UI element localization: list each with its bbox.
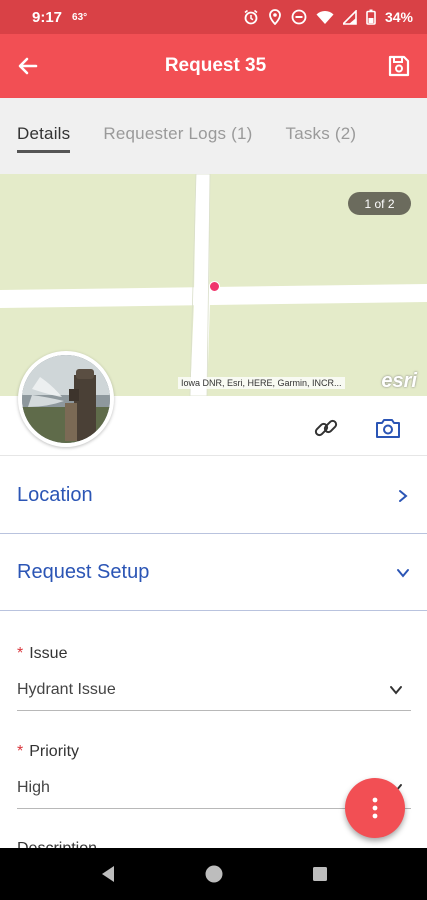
issue-select[interactable]: Hydrant Issue (17, 681, 411, 711)
request-setup-section-header[interactable]: Request Setup (0, 535, 427, 611)
status-icons: 34% (243, 9, 413, 25)
status-temperature: 63° (72, 11, 88, 23)
esri-logo: esri (381, 370, 417, 392)
nav-recents-icon[interactable] (312, 866, 328, 882)
battery-icon (366, 9, 376, 25)
map-attribution[interactable]: Iowa DNR, Esri, HERE, Garmin, INCR... (178, 377, 345, 389)
camera-icon (376, 419, 400, 438)
hydrant-photo (22, 355, 110, 443)
status-time: 9:17 (32, 8, 63, 26)
link-button[interactable] (310, 412, 342, 444)
tab-details[interactable]: Details (17, 124, 71, 153)
app-bar: Request 35 (0, 34, 427, 98)
battery-percent: 34% (384, 9, 413, 25)
location-pin-icon (269, 9, 281, 25)
back-button[interactable] (0, 34, 56, 98)
required-mark: * (17, 743, 24, 760)
more-actions-button[interactable] (345, 778, 405, 838)
request-photo-thumbnail[interactable] (18, 351, 114, 447)
signal-icon (342, 9, 357, 25)
issue-value: Hydrant Issue (17, 681, 116, 698)
issue-field: * Issue Hydrant Issue (17, 645, 411, 711)
status-bar: 9:17 63° 34% (0, 0, 427, 34)
alarm-icon (244, 9, 258, 25)
do-not-disturb-icon (291, 9, 307, 25)
system-nav-bar (0, 848, 427, 900)
tab-tasks[interactable]: Tasks (2) (286, 124, 357, 148)
priority-label: * Priority (17, 743, 80, 760)
arrow-left-icon (18, 57, 38, 75)
save-button[interactable] (371, 34, 427, 98)
camera-button[interactable] (371, 412, 405, 444)
issue-label: * Issue (17, 645, 68, 662)
nav-back-icon[interactable] (100, 865, 116, 883)
tab-bar: Details Requester Logs (1) Tasks (2) (0, 98, 427, 174)
chevron-right-icon (399, 489, 408, 502)
request-setup-section-title: Request Setup (17, 561, 150, 583)
photo-page-indicator: 1 of 2 (348, 192, 411, 215)
save-icon (388, 55, 410, 77)
more-vertical-icon (372, 797, 378, 819)
link-icon (314, 419, 338, 437)
location-section-header[interactable]: Location (0, 458, 427, 534)
nav-home-icon[interactable] (204, 864, 224, 884)
location-section-title: Location (17, 484, 93, 506)
wifi-icon (316, 10, 334, 24)
map-marker[interactable] (209, 281, 220, 292)
chevron-down-icon (397, 568, 409, 578)
tab-requester-logs[interactable]: Requester Logs (1) (103, 124, 252, 148)
chevron-down-icon (390, 686, 402, 695)
page-title: Request 35 (164, 55, 267, 76)
priority-value: High (17, 779, 50, 796)
required-mark: * (17, 645, 24, 662)
